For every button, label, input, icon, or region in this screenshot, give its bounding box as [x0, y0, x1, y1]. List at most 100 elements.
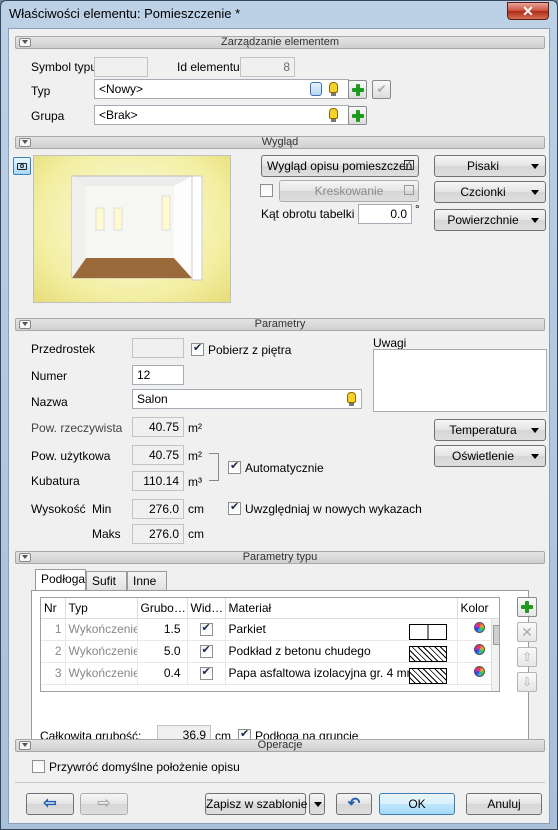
- pens-button[interactable]: Pisaki: [434, 155, 546, 177]
- max-height-field: 276.0: [132, 524, 184, 544]
- group-bulb-icon[interactable]: [325, 106, 344, 125]
- room-description-button[interactable]: Wygląd opisu pomieszczeń: [261, 155, 419, 177]
- visible-checkbox[interactable]: [199, 643, 213, 658]
- import-button[interactable]: ⇦: [26, 793, 74, 815]
- type-label: Typ: [31, 84, 51, 98]
- notes-label: Uwagi: [373, 336, 407, 350]
- add-layer-button[interactable]: [517, 597, 537, 617]
- hatching-button[interactable]: Kreskowanie: [279, 180, 419, 202]
- title-bar[interactable]: Właściwości elementu: Pomieszczenie * ✕: [1, 1, 557, 27]
- table-header: Nr Typ Grubo… Wid… Materiał Kolor: [41, 598, 499, 619]
- move-up-button[interactable]: ⇧: [517, 647, 537, 667]
- export-button[interactable]: ⇨: [80, 793, 128, 815]
- color-wheel-icon[interactable]: [473, 666, 485, 677]
- auto-bracket: [209, 453, 219, 481]
- number-field[interactable]: 12: [132, 365, 184, 385]
- col-color[interactable]: Kolor: [457, 598, 499, 619]
- color-wheel-icon[interactable]: [473, 644, 485, 655]
- col-thickness[interactable]: Grubo…: [137, 598, 188, 619]
- move-down-button[interactable]: ⇩: [517, 672, 537, 692]
- tab-ceiling[interactable]: Sufit: [86, 571, 127, 591]
- type-dropdown-icon[interactable]: [307, 80, 326, 98]
- surfaces-button[interactable]: Powierzchnie: [434, 209, 546, 231]
- usable-area-unit: m²: [188, 449, 202, 463]
- arrow-left-icon: ⇦: [43, 795, 57, 812]
- type-bulb-icon[interactable]: [325, 80, 344, 99]
- automatic-label: Automatycznie: [245, 461, 324, 475]
- table-row[interactable]: 3 Wykończenie 0.4 Papa asfaltowa izolacy…: [41, 662, 499, 685]
- visible-checkbox[interactable]: [199, 665, 213, 680]
- real-area-field: 40.75: [132, 417, 184, 437]
- x-icon: ✕: [521, 624, 533, 640]
- layers-table: Nr Typ Grubo… Wid… Materiał Kolor 1 Wyko…: [40, 597, 500, 692]
- add-type-button[interactable]: [348, 80, 367, 99]
- footer-divider: [15, 782, 545, 783]
- include-checkbox[interactable]: [228, 500, 241, 515]
- col-nr[interactable]: Nr: [41, 598, 66, 619]
- tab-other[interactable]: Inne: [127, 571, 167, 591]
- hatching-checkbox[interactable]: [260, 184, 273, 197]
- volume-field: 110.14: [132, 471, 184, 491]
- section-header-operations[interactable]: Operacje: [15, 739, 545, 752]
- lighting-button[interactable]: Oświetlenie: [434, 445, 546, 467]
- degree-unit: °: [415, 202, 420, 216]
- arrow-up-icon: ⇧: [521, 650, 533, 664]
- pattern-swatch[interactable]: [409, 668, 447, 684]
- from-floor-checkbox[interactable]: [191, 341, 204, 356]
- chevron-down-icon: [314, 802, 322, 807]
- usable-area-label: Pow. użytkowa: [31, 449, 111, 463]
- notes-field[interactable]: [373, 349, 547, 412]
- min-height-field: 276.0: [132, 499, 184, 519]
- restore-position-checkbox[interactable]: [32, 760, 45, 773]
- color-wheel-icon[interactable]: [473, 622, 485, 633]
- include-label: Uwzględniaj w nowych wykazach: [245, 502, 422, 516]
- save-template-button[interactable]: Zapisz w szablonie: [205, 793, 307, 815]
- close-button[interactable]: ✕: [507, 2, 549, 20]
- section-header-appearance[interactable]: Wygląd: [15, 136, 545, 149]
- col-type[interactable]: Typ: [65, 598, 138, 619]
- section-header-type-parameters[interactable]: Parametry typu: [15, 551, 545, 564]
- ok-button[interactable]: OK: [379, 793, 455, 815]
- col-visible[interactable]: Wid…: [187, 598, 226, 619]
- section-header-management[interactable]: Zarządzanie elementem: [15, 36, 545, 49]
- dialog-body: Zarządzanie elementem Symbol typu Id ele…: [8, 28, 550, 824]
- prefix-field[interactable]: [132, 338, 184, 358]
- camera-icon[interactable]: [13, 157, 31, 175]
- name-field[interactable]: Salon: [132, 389, 362, 409]
- angle-label: Kąt obrotu tabelki: [261, 207, 355, 221]
- fonts-button[interactable]: Czcionki: [434, 181, 546, 203]
- plus-icon: [352, 83, 364, 97]
- id-field: 8: [240, 57, 295, 77]
- tab-floor[interactable]: Podłoga: [35, 569, 86, 591]
- pattern-swatch[interactable]: [409, 646, 447, 662]
- group-label: Grupa: [31, 109, 65, 123]
- real-area-unit: m²: [188, 421, 202, 435]
- angle-field[interactable]: 0.0: [358, 204, 412, 224]
- group-field[interactable]: <Brak>: [94, 105, 349, 125]
- check-icon: ✔: [376, 82, 387, 96]
- section-header-parameters[interactable]: Parametry: [15, 318, 545, 331]
- add-group-button[interactable]: [348, 106, 367, 125]
- room-3d-icon: [71, 175, 203, 281]
- scroll-thumb[interactable]: [493, 625, 499, 645]
- save-template-dropdown[interactable]: [309, 793, 325, 815]
- col-material[interactable]: Materiał: [225, 598, 458, 619]
- usable-area-field: 40.75: [132, 445, 184, 465]
- visible-checkbox[interactable]: [199, 621, 213, 636]
- table-scrollbar[interactable]: [491, 619, 499, 691]
- automatic-checkbox[interactable]: [228, 459, 241, 474]
- plus-icon: [352, 109, 364, 123]
- pattern-swatch[interactable]: [409, 624, 447, 640]
- volume-label: Kubatura: [31, 474, 80, 488]
- number-label: Numer: [31, 369, 68, 383]
- confirm-type-button[interactable]: ✔: [372, 80, 391, 99]
- delete-layer-button[interactable]: ✕: [517, 622, 537, 642]
- table-row[interactable]: 1 Wykończenie 1.5 Parkiet: [41, 618, 499, 641]
- undo-button[interactable]: ↶: [336, 793, 372, 815]
- cancel-button[interactable]: Anuluj: [466, 793, 542, 815]
- symbol-field[interactable]: [94, 57, 148, 77]
- table-row[interactable]: 2 Wykończenie 5.0 Podkład z betonu chude…: [41, 640, 499, 663]
- volume-unit: m³: [188, 475, 202, 489]
- name-bulb-icon[interactable]: [343, 390, 362, 409]
- temperature-button[interactable]: Temperatura: [434, 419, 546, 441]
